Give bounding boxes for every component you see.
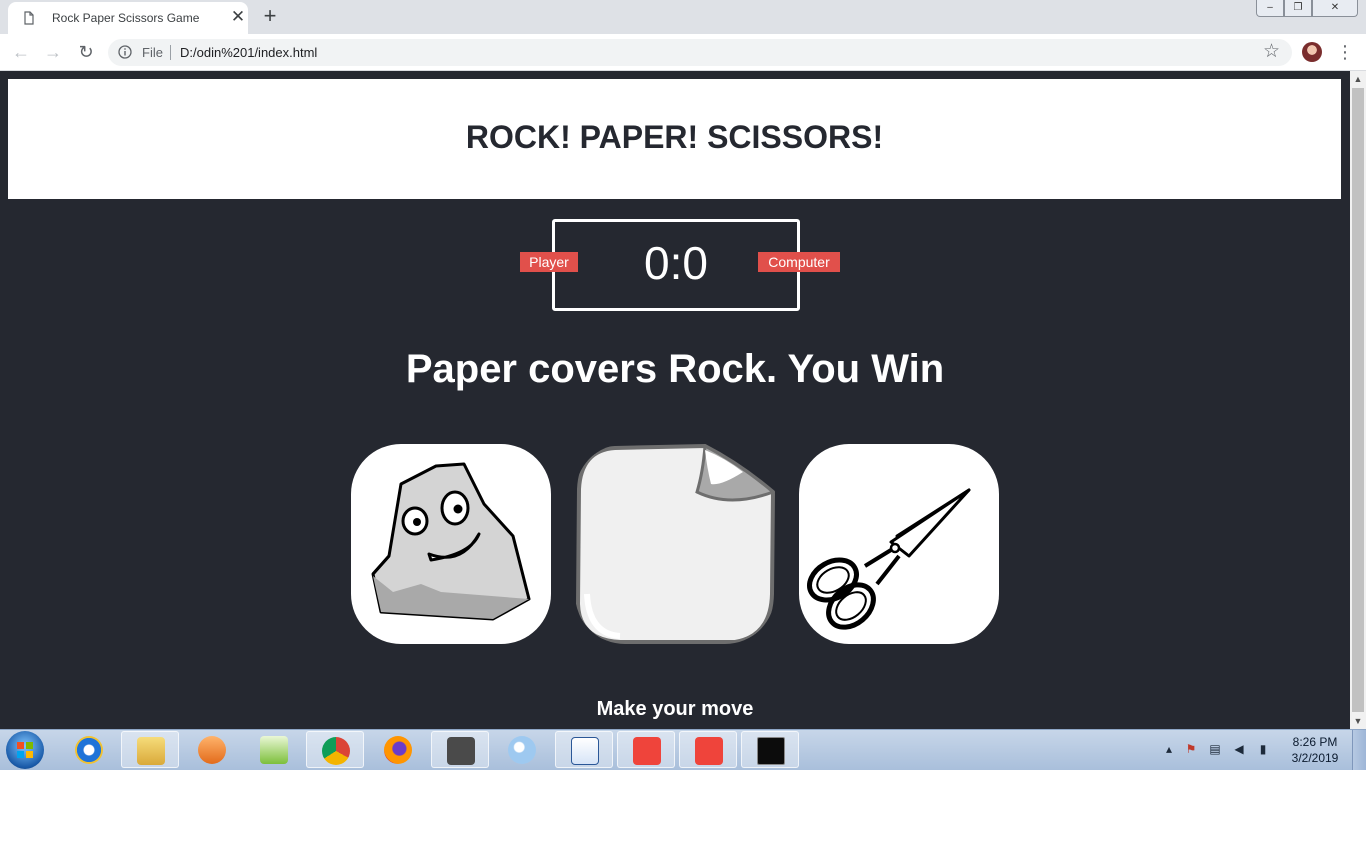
volume-icon[interactable]: ◀ <box>1232 742 1246 756</box>
action-center-icon[interactable]: ⚑ <box>1184 742 1198 756</box>
omnibox-divider <box>170 45 171 60</box>
taskbar-clock[interactable]: 8:26 PM 3/2/2019 <box>1284 734 1346 766</box>
taskbar-command-prompt[interactable] <box>741 731 799 768</box>
windows-taskbar: ▴ ⚑ ▤ ◀ ▮ 8:26 PM 3/2/2019 <box>0 729 1366 770</box>
chrome-icon <box>322 737 350 765</box>
tab-title: Rock Paper Scissors Game <box>52 11 200 25</box>
page-title: ROCK! PAPER! SCISSORS! <box>465 119 884 155</box>
page-header: ROCK! PAPER! SCISSORS! <box>8 79 1341 199</box>
taskbar-chrome[interactable] <box>306 731 364 768</box>
tab-close-icon[interactable]: ✕ <box>228 7 248 27</box>
start-button[interactable] <box>6 731 44 769</box>
show-hidden-icons-icon[interactable]: ▴ <box>1162 742 1176 756</box>
document-icon <box>24 11 34 25</box>
internet-explorer-icon <box>75 736 103 764</box>
scissors-choice-button[interactable] <box>799 444 999 644</box>
url-text[interactable]: D:/odin%201/index.html <box>180 45 317 60</box>
scroll-up-icon[interactable]: ▲ <box>1350 71 1366 87</box>
maximize-button[interactable]: ❐ <box>1284 0 1312 17</box>
back-button[interactable]: ← <box>9 40 33 64</box>
clock-date: 3/2/2019 <box>1291 751 1339 765</box>
word-icon <box>571 737 599 765</box>
move-prompt: Make your move <box>596 698 754 720</box>
taskbar-firefox[interactable] <box>369 731 427 768</box>
scissors-icon <box>807 488 971 630</box>
windows-logo-icon <box>17 742 33 758</box>
command-prompt-icon <box>757 737 785 765</box>
reload-button[interactable]: ↻ <box>74 40 98 64</box>
taskbar-notepad-plus[interactable] <box>245 731 303 768</box>
rock-icon <box>371 462 531 621</box>
new-tab-button[interactable]: + <box>258 4 282 28</box>
sublime-text-icon <box>447 737 475 765</box>
paper-icon <box>575 444 775 644</box>
round-result: Paper covers Rock. You Win <box>405 347 945 391</box>
anydesk-icon <box>695 737 723 765</box>
tab-strip: Rock Paper Scissors Game ✕ + – ❐ ✕ <box>0 0 1366 34</box>
player-badge: Player <box>520 252 578 272</box>
address-bar[interactable]: File D:/odin%201/index.html ☆ <box>108 39 1292 66</box>
browser-tab[interactable]: Rock Paper Scissors Game ✕ <box>8 2 248 34</box>
network-signal-icon[interactable]: ▮ <box>1256 742 1270 756</box>
info-icon[interactable] <box>118 45 132 59</box>
page-scrollbar[interactable]: ▲ ▼ <box>1350 71 1366 729</box>
profile-avatar[interactable] <box>1302 42 1322 62</box>
window-controls: – ❐ ✕ <box>1256 0 1358 18</box>
taskbar-word[interactable] <box>555 731 613 768</box>
folder-icon <box>137 737 165 765</box>
minimize-button[interactable]: – <box>1256 0 1284 17</box>
page-viewport: ROCK! PAPER! SCISSORS! 0:0 Player Comput… <box>0 71 1350 729</box>
notepad-plus-icon <box>260 736 288 764</box>
taskbar-file-explorer[interactable] <box>121 731 179 768</box>
rock-choice-button[interactable] <box>351 444 551 644</box>
browser-menu-icon[interactable]: ⋮ <box>1336 41 1354 63</box>
firefox-icon <box>384 736 412 764</box>
forward-button[interactable]: → <box>41 40 65 64</box>
taskbar-internet-explorer[interactable] <box>60 731 118 768</box>
file-scheme-label: File <box>142 45 163 60</box>
scroll-down-icon[interactable]: ▼ <box>1350 713 1366 729</box>
media-player-icon <box>198 736 226 764</box>
taskbar-paint[interactable] <box>493 731 551 768</box>
taskbar-sublime-text[interactable] <box>431 731 489 768</box>
anydesk-icon <box>633 737 661 765</box>
usb-icon[interactable]: ▤ <box>1208 742 1222 756</box>
paper-choice-button[interactable] <box>575 444 775 644</box>
taskbar-anydesk[interactable] <box>617 731 675 768</box>
computer-badge: Computer <box>758 252 840 272</box>
paint-icon <box>508 736 536 764</box>
close-window-button[interactable]: ✕ <box>1312 0 1358 17</box>
clock-time: 8:26 PM <box>1292 735 1338 749</box>
bookmark-star-icon[interactable]: ☆ <box>1263 41 1280 63</box>
taskbar-anydesk[interactable] <box>679 731 737 768</box>
show-desktop-button[interactable] <box>1352 730 1366 770</box>
taskbar-media-player[interactable] <box>183 731 241 768</box>
scroll-thumb[interactable] <box>1352 88 1364 712</box>
browser-toolbar: ← → ↻ File D:/odin%201/index.html ☆ <box>0 34 1366 71</box>
